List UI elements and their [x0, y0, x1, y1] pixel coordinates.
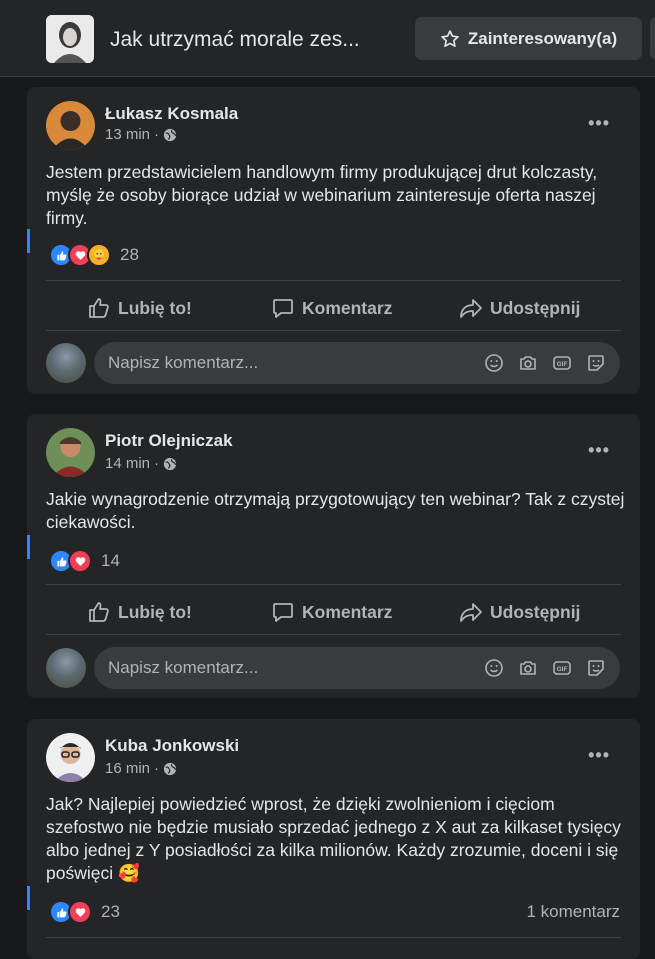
- thumbs-up-icon: [89, 298, 109, 318]
- post-time[interactable]: 14 min: [105, 455, 150, 472]
- sticker-icon[interactable]: [586, 658, 606, 678]
- more-button-partial[interactable]: [650, 17, 655, 60]
- divider: [46, 634, 621, 635]
- svg-text:GIF: GIF: [557, 361, 568, 368]
- comment-placeholder: Napisz komentarz...: [108, 658, 259, 677]
- meta-separator: ·: [154, 126, 160, 143]
- event-title[interactable]: Jak utrzymać morale zes...: [110, 28, 360, 52]
- interested-label: Zainteresowany(a): [467, 28, 618, 48]
- meta-separator: ·: [154, 455, 160, 472]
- interested-button[interactable]: Zainteresowany(a): [415, 17, 642, 60]
- post-author[interactable]: Kuba Jonkowski: [105, 736, 239, 756]
- current-user-avatar[interactable]: [46, 648, 86, 688]
- gif-icon[interactable]: GIF: [552, 353, 572, 373]
- current-user-avatar[interactable]: [46, 343, 86, 383]
- reaction-count: 14: [101, 551, 120, 570]
- reaction-summary[interactable]: 14: [49, 549, 120, 573]
- sticker-icon[interactable]: [586, 353, 606, 373]
- reaction-summary[interactable]: 28: [49, 243, 139, 267]
- post-text: Jak? Najlepiej powiedzieć wprost, że dzi…: [46, 794, 621, 883]
- comment-button[interactable]: Komentarz: [271, 600, 392, 624]
- share-label: Udostępnij: [490, 601, 581, 622]
- avatar[interactable]: [46, 428, 95, 477]
- love-reaction-icon: [68, 900, 92, 924]
- comment-tools: GIF: [484, 353, 606, 373]
- post-author[interactable]: Piotr Olejniczak: [105, 431, 233, 451]
- comment-label: Komentarz: [302, 297, 393, 318]
- comment-input[interactable]: Napisz komentarz... GIF: [94, 342, 620, 384]
- avatar-icon: [46, 733, 95, 782]
- camera-icon[interactable]: [518, 658, 538, 678]
- comment-button[interactable]: Komentarz: [271, 296, 392, 320]
- like-label: Lubię to!: [118, 601, 192, 622]
- svg-text:GIF: GIF: [557, 666, 568, 673]
- post-options-icon[interactable]: •••: [588, 440, 610, 461]
- globe-icon: [163, 457, 177, 470]
- emoji-icon[interactable]: [484, 658, 504, 678]
- speech-bubble-icon: [273, 299, 293, 318]
- accent-bar: [27, 886, 30, 910]
- star-icon: [441, 29, 459, 47]
- like-button[interactable]: Lubię to!: [87, 296, 192, 320]
- accent-bar: [27, 229, 30, 253]
- gif-icon[interactable]: GIF: [552, 658, 572, 678]
- event-header: Jak utrzymać morale zes... Zainteresowan…: [0, 0, 655, 77]
- event-thumbnail[interactable]: [46, 15, 94, 63]
- share-arrow-icon: [460, 299, 482, 318]
- speech-bubble-icon: [273, 603, 293, 622]
- avatar[interactable]: [46, 101, 95, 150]
- love-reaction-icon: [68, 549, 92, 573]
- post-author[interactable]: Łukasz Kosmala: [105, 104, 238, 124]
- post-time[interactable]: 16 min: [105, 760, 150, 777]
- event-photo-icon: [46, 15, 94, 63]
- reaction-count: 28: [120, 245, 139, 264]
- comment-tools: GIF: [484, 658, 606, 678]
- reaction-count: 23: [101, 902, 120, 921]
- meta-separator: ·: [154, 760, 160, 777]
- comment-count-link[interactable]: 1 komentarz: [526, 902, 620, 922]
- avatar[interactable]: [46, 733, 95, 782]
- avatar-icon: [46, 101, 95, 150]
- accent-bar: [27, 535, 30, 559]
- post-card: Łukasz Kosmala 13 min · ••• Jestem przed…: [27, 87, 640, 394]
- post-meta: 16 min ·: [105, 760, 177, 777]
- divider: [46, 280, 621, 281]
- post-meta: 13 min ·: [105, 126, 177, 143]
- post-meta: 14 min ·: [105, 455, 177, 472]
- post-text: Jakie wynagrodzenie otrzymają przygotowu…: [46, 489, 625, 532]
- globe-icon: [163, 128, 177, 141]
- globe-icon: [163, 762, 177, 775]
- post-options-icon[interactable]: •••: [588, 745, 610, 766]
- post-card: Kuba Jonkowski 16 min · ••• Jak? Najlepi…: [27, 719, 640, 959]
- post-options-icon[interactable]: •••: [588, 113, 610, 134]
- post-card: Piotr Olejniczak 14 min · ••• Jakie wyna…: [27, 414, 640, 698]
- like-button[interactable]: Lubię to!: [87, 600, 192, 624]
- reaction-summary[interactable]: 23: [49, 900, 120, 924]
- share-label: Udostępnij: [490, 297, 581, 318]
- comment-placeholder: Napisz komentarz...: [108, 353, 259, 372]
- emoji-icon[interactable]: [484, 353, 504, 373]
- divider: [46, 330, 621, 331]
- share-button[interactable]: Udostępnij: [459, 296, 580, 320]
- post-text: Jestem przedstawicielem handlowym firmy …: [46, 162, 598, 228]
- divider: [46, 937, 621, 938]
- share-arrow-icon: [460, 603, 482, 622]
- post-time[interactable]: 13 min: [105, 126, 150, 143]
- camera-icon[interactable]: [518, 353, 538, 373]
- care-reaction-icon: [87, 243, 111, 267]
- thumbs-up-icon: [89, 602, 109, 622]
- like-label: Lubię to!: [118, 297, 192, 318]
- avatar-icon: [46, 428, 95, 477]
- divider: [46, 584, 621, 585]
- comment-input[interactable]: Napisz komentarz... GIF: [94, 647, 620, 689]
- comment-label: Komentarz: [302, 601, 393, 622]
- share-button[interactable]: Udostępnij: [459, 600, 580, 624]
